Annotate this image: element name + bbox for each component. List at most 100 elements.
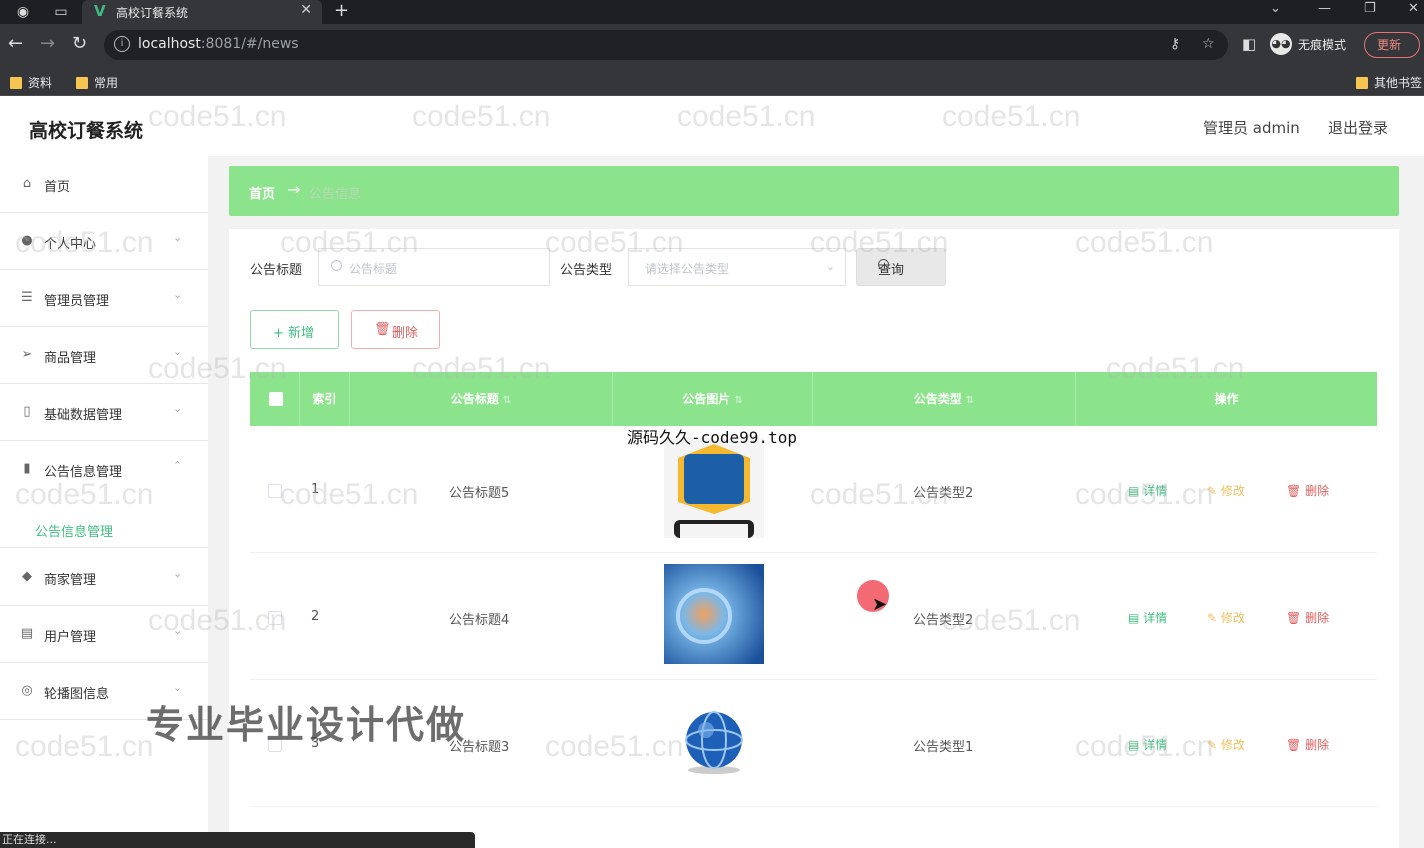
status-bar: 正在连接...: [0, 832, 475, 848]
detail-link[interactable]: ▤ 详情: [1128, 609, 1167, 626]
row-title: 公告标题5: [449, 486, 510, 501]
home-icon: ⌂: [22, 176, 32, 191]
notice-image[interactable]: [664, 438, 764, 538]
sidebar-item-goods[interactable]: ➢ 商品管理 ⌄: [0, 327, 208, 384]
row-type: 公告类型2: [913, 486, 974, 501]
col-title[interactable]: 公告标题 ⇅: [350, 372, 613, 426]
bookmark-star-icon[interactable]: ☆: [1202, 36, 1215, 52]
mobile-icon: ▯: [23, 404, 31, 419]
select-all-checkbox[interactable]: [269, 392, 283, 406]
current-user: 管理员 admin: [1203, 119, 1300, 137]
row-type: 公告类型2: [913, 613, 974, 628]
row-checkbox[interactable]: [268, 484, 282, 498]
tab-title: 高校订餐系统: [116, 6, 189, 20]
bookmark-folder-1[interactable]: 资料: [10, 74, 52, 91]
sidebar-item-basedata[interactable]: ▯ 基础数据管理 ⌄: [0, 384, 208, 441]
sort-icon: ⇅: [502, 395, 512, 406]
promo-banner: 专业毕业设计代做: [146, 703, 467, 747]
minimize-icon[interactable]: —: [1318, 0, 1331, 18]
breadcrumb-current: 公告信息: [309, 187, 362, 202]
notice-image[interactable]: [664, 694, 764, 794]
new-tab-icon[interactable]: +: [334, 0, 349, 22]
site-watermark: 源码久久-code99.top: [627, 428, 797, 447]
chevron-down-icon: ⌄: [173, 681, 183, 694]
folder-icon: [76, 76, 88, 89]
restore-icon[interactable]: ❐: [1364, 0, 1376, 18]
col-image[interactable]: 公告图片 ⇅: [613, 372, 813, 426]
chevron-down-icon: ⌄: [173, 624, 183, 637]
edit-link[interactable]: ✎ 修改: [1207, 736, 1245, 753]
bookmark-folder-other[interactable]: 其他书签: [1356, 74, 1422, 91]
title-filter-label: 公告标题: [250, 263, 303, 278]
folder-icon: [1356, 76, 1368, 89]
sidebar-item-home[interactable]: ⌂ 首页: [0, 156, 208, 213]
chevron-down-icon: ⌄: [173, 288, 183, 301]
url-text: localhost:8081/#/news: [138, 36, 299, 52]
side-panel-icon[interactable]: ◧: [1242, 34, 1256, 54]
browser-tab[interactable]: V 高校订餐系统 ✕: [82, 0, 322, 24]
sidebar-item-users[interactable]: ▤ 用户管理 ⌄: [0, 606, 208, 663]
detail-link[interactable]: ▤ 详情: [1128, 736, 1167, 753]
close-window-icon[interactable]: ✕: [1408, 0, 1419, 18]
url-input[interactable]: i localhost:8081/#/news ⚷ ☆: [104, 30, 1228, 60]
select-all-cell: [250, 372, 300, 426]
tab-close-icon[interactable]: ✕: [300, 2, 312, 18]
search-icon: [331, 260, 342, 271]
breadcrumb-arrow-icon: →: [287, 180, 301, 199]
address-bar: ← → ↻ i localhost:8081/#/news ⚷ ☆ ◧ ◕◕ 无…: [0, 24, 1424, 66]
sidebar-item-merchants[interactable]: ◆ 商家管理 ⌄: [0, 549, 208, 606]
detail-link[interactable]: ▤ 详情: [1128, 482, 1167, 499]
col-index: 索引: [300, 372, 350, 426]
sidebar-item-profile[interactable]: ● 个人中心 ⌄: [0, 213, 208, 270]
site-info-icon[interactable]: i: [114, 36, 130, 52]
chevron-down-icon: ⌄: [825, 260, 835, 273]
browser-tab-bar: ◉ ▭ V 高校订餐系统 ✕ + ⌄ — ❐ ✕: [0, 0, 1424, 24]
location-icon: ◆: [22, 569, 32, 584]
chevron-down-icon: ⌄: [173, 402, 183, 415]
query-button[interactable]: 查询: [856, 248, 946, 286]
chevron-down-icon: ⌄: [173, 567, 183, 580]
delete-link[interactable]: 🗑 删除: [1286, 482, 1329, 499]
notice-image[interactable]: [664, 564, 764, 664]
incognito-icon: ◕◕: [1270, 33, 1292, 55]
chevron-down-icon: ⌄: [173, 231, 183, 244]
row-checkbox[interactable]: [268, 611, 282, 625]
edit-link[interactable]: ✎ 修改: [1207, 482, 1245, 499]
key-icon[interactable]: ⚷: [1170, 36, 1180, 52]
folder-icon: [10, 76, 22, 89]
title-search-input[interactable]: 公告标题: [318, 248, 550, 286]
table-row: 1 公告标题5 公告类型2 ▤ 详情 ✎ 修改 🗑 删除: [250, 426, 1377, 553]
id-card-icon: ▤: [20, 626, 34, 641]
row-title: 公告标题4: [449, 613, 510, 628]
bookmark-folder-2[interactable]: 常用: [76, 74, 118, 91]
delete-label: 删除: [392, 326, 419, 341]
type-placeholder: 请选择公告类型: [645, 262, 730, 276]
bar-chart-icon: ▮: [23, 461, 31, 476]
trash-icon: 🗑: [374, 322, 391, 337]
bookmarks-bar: 资料 常用 其他书签: [0, 66, 1424, 96]
sidebar-item-admins[interactable]: ☰ 管理员管理 ⌄: [0, 270, 208, 327]
sort-icon: ⇅: [965, 395, 975, 406]
delete-link[interactable]: 🗑 删除: [1286, 736, 1329, 753]
edit-link[interactable]: ✎ 修改: [1207, 609, 1245, 626]
update-button[interactable]: 更新: [1364, 32, 1420, 58]
logout-link[interactable]: 退出登录: [1328, 117, 1388, 138]
type-select[interactable]: 请选择公告类型 ⌄: [628, 248, 846, 286]
incognito-indicator[interactable]: ◕◕ 无痕模式: [1270, 33, 1346, 55]
browser-globe-icon[interactable]: ◉: [14, 3, 32, 21]
back-icon[interactable]: ←: [8, 34, 23, 54]
tab-list-icon[interactable]: ⌄: [1270, 0, 1281, 18]
breadcrumb-home[interactable]: 首页: [249, 183, 275, 202]
sidebar-subitem-notices[interactable]: 公告信息管理: [35, 521, 113, 540]
delete-link[interactable]: 🗑 删除: [1286, 609, 1329, 626]
batch-delete-button[interactable]: 🗑 删除: [351, 310, 440, 349]
table-row: 2 公告标题4 公告类型2 ▤ 详情 ✎ 修改 🗑 删除: [250, 553, 1377, 680]
type-filter-label: 公告类型: [560, 263, 613, 278]
col-type[interactable]: 公告类型 ⇅: [813, 372, 1076, 426]
breadcrumb: 首页 → 公告信息: [229, 166, 1399, 216]
forward-icon[interactable]: →: [40, 34, 55, 54]
add-button[interactable]: + 新增: [250, 310, 339, 349]
reload-icon[interactable]: ↻: [72, 34, 87, 54]
send-icon: ➢: [21, 347, 33, 362]
tab-search-icon[interactable]: ▭: [52, 3, 70, 21]
